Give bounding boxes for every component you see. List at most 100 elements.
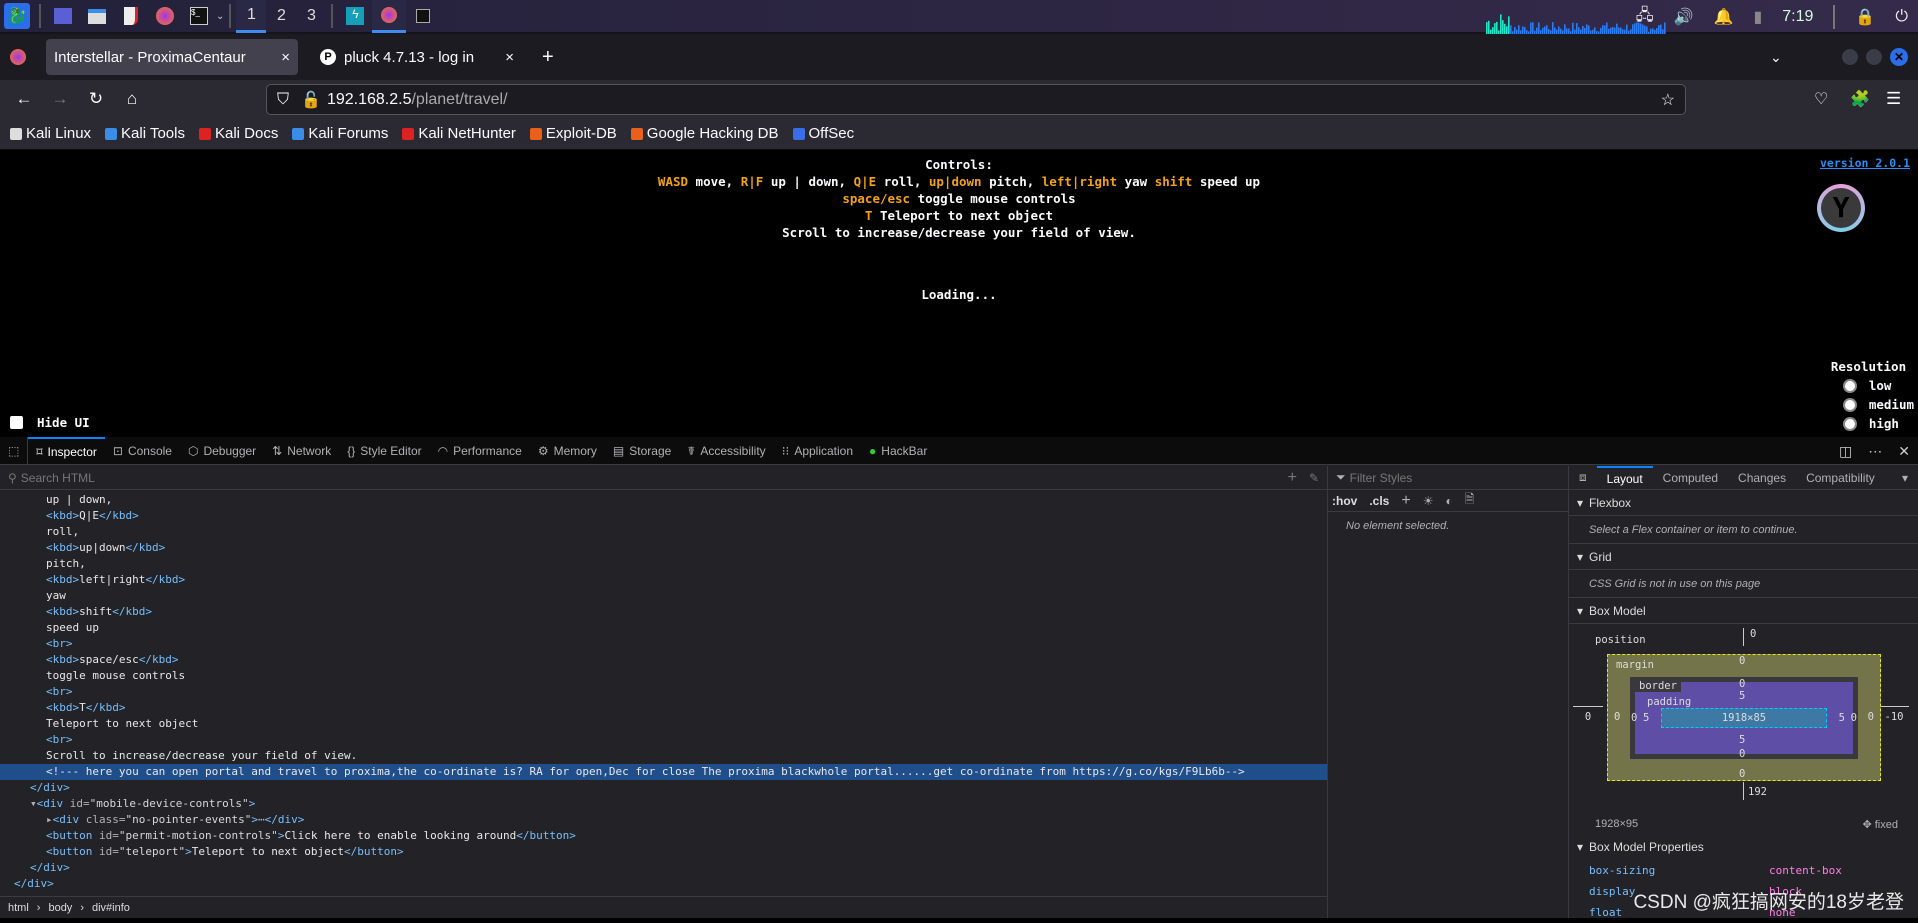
position-move-icon[interactable]: ✥ [1862, 819, 1871, 831]
tabs-dropdown-icon[interactable]: ▾ [1892, 471, 1918, 485]
tab-application[interactable]: ⁝⁝ Application [774, 437, 861, 465]
tab-console[interactable]: ⊡ Console [105, 437, 180, 465]
bookmark-item[interactable]: Exploit-DB [529, 125, 617, 142]
list-all-tabs-icon[interactable]: ⌄ [1770, 49, 1782, 66]
padding-top[interactable]: 5 [1739, 690, 1745, 702]
tab-compatibility[interactable]: Compatibility [1796, 471, 1885, 485]
padding-left[interactable]: 5 [1643, 712, 1649, 724]
border-box[interactable]: border 0 0 0 0 padding 5 5 5 5 1918×85 [1630, 677, 1858, 760]
selected-node-comment[interactable]: <!--- here you can open portal and trave… [0, 764, 1327, 780]
border-top[interactable]: 0 [1739, 678, 1745, 690]
extensions-icon[interactable]: 🧩 [1850, 89, 1870, 109]
grid-section-header[interactable]: ▾ Grid [1569, 544, 1918, 570]
bookmark-item[interactable]: Kali Linux [10, 125, 91, 142]
breadcrumb-item[interactable]: body [48, 902, 72, 914]
terminal-icon[interactable]: $_ [186, 3, 212, 29]
bookmark-item[interactable]: OffSec [792, 125, 854, 142]
tab-inspector[interactable]: ⌑ Inspector [28, 436, 105, 465]
minimize-button[interactable] [1842, 49, 1858, 65]
position-right[interactable]: -10 [1879, 706, 1909, 723]
position-top[interactable]: 0 [1743, 628, 1756, 646]
bookmark-item[interactable]: Kali Tools [105, 125, 185, 142]
bookmark-item[interactable]: Kali Docs [198, 125, 278, 142]
firefox-window-icon[interactable] [372, 0, 407, 33]
margin-left[interactable]: 0 [1614, 711, 1620, 723]
logout-icon[interactable]: ⏻ [1895, 8, 1908, 26]
tab-debugger[interactable]: ⬡ Debugger [180, 437, 264, 465]
markup-line[interactable]: pitch, [0, 556, 1327, 572]
bookmark-item[interactable]: Kali NetHunter [402, 125, 516, 142]
workspace-1[interactable]: 1 [236, 0, 267, 33]
border-left[interactable]: 0 [1631, 712, 1637, 724]
markup-line[interactable]: <kbd>shift</kbd> [0, 604, 1327, 620]
resolution-low[interactable]: low [1842, 378, 1914, 393]
markup-line[interactable]: <br> [0, 732, 1327, 748]
dark-theme-icon[interactable]: ◐ [1445, 494, 1452, 508]
page-content[interactable]: Controls: WASD move, R|F up | down, Q|E … [0, 150, 1918, 437]
new-tab-button[interactable]: + [542, 46, 554, 69]
close-tab-icon[interactable]: × [505, 49, 514, 66]
markup-line[interactable]: <button id="permit-motion-controls">Clic… [0, 828, 1327, 844]
markup-line[interactable]: toggle mouse controls [0, 668, 1327, 684]
burp-icon[interactable]: ϟ [342, 3, 368, 29]
markup-line[interactable]: roll, [0, 524, 1327, 540]
markup-line[interactable]: </div> [0, 780, 1327, 796]
file-manager-icon[interactable] [84, 3, 110, 29]
terminal-window-icon[interactable] [410, 3, 436, 29]
markup-line[interactable]: Scroll to increase/decrease your field o… [0, 748, 1327, 764]
markup-line[interactable]: ▸<div class="no-pointer-events">⋯</div> [0, 812, 1327, 828]
reload-button[interactable]: ↻ [78, 89, 114, 109]
markup-line[interactable]: speed up [0, 620, 1327, 636]
markup-line[interactable]: <button id="teleport">Teleport to next o… [0, 844, 1327, 860]
tab-pluck[interactable]: P pluck 4.7.13 - log in × [312, 39, 522, 75]
firefox-icon[interactable] [152, 3, 178, 29]
add-node-icon[interactable]: + [1288, 469, 1297, 487]
back-button[interactable]: ← [6, 89, 42, 109]
html-tree[interactable]: up | down, <kbd>Q|E</kbd> roll, <kbd>up|dow… [0, 490, 1327, 892]
kali-menu-icon[interactable]: 🐉 [4, 3, 30, 29]
dock-side-icon[interactable]: ◫ [1839, 443, 1852, 460]
forward-button[interactable]: → [42, 89, 78, 109]
padding-right[interactable]: 5 [1839, 712, 1845, 724]
position-left[interactable]: 0 [1573, 706, 1603, 723]
home-button[interactable]: ⌂ [114, 89, 150, 109]
margin-box[interactable]: margin 0 0 0 0 border 0 0 0 0 padding 5 … [1607, 654, 1881, 781]
box-model-properties-header[interactable]: ▾ Box Model Properties [1569, 834, 1918, 860]
markup-line[interactable]: <kbd>left|right</kbd> [0, 572, 1327, 588]
url-text[interactable]: 192.168.2.5/planet/travel/ [327, 91, 508, 109]
lock-icon[interactable]: 🔒 [1855, 7, 1875, 27]
markup-line[interactable]: up | down, [0, 492, 1327, 508]
bookmark-item[interactable]: Google Hacking DB [630, 125, 779, 142]
maximize-button[interactable] [1866, 49, 1882, 65]
breadcrumb-item[interactable]: html [8, 902, 29, 914]
markup-line[interactable]: Teleport to next object [0, 716, 1327, 732]
bookmark-star-icon[interactable]: ☆ [1661, 90, 1675, 110]
app-logo[interactable]: Y [1817, 184, 1865, 232]
markup-line[interactable]: <kbd>T</kbd> [0, 700, 1327, 716]
position-bottom[interactable]: 192 [1743, 782, 1767, 800]
workspace-2[interactable]: 2 [266, 0, 296, 33]
add-rule-icon[interactable]: + [1401, 492, 1410, 510]
tab-layout[interactable]: Layout [1596, 465, 1653, 490]
resolution-high[interactable]: high [1842, 416, 1914, 431]
tab-style-editor[interactable]: {} Style Editor [339, 437, 429, 465]
tab-performance[interactable]: ◠ Performance [430, 437, 530, 465]
tab-network[interactable]: ⇅ Network [264, 437, 339, 465]
clock[interactable]: 7:19 [1782, 8, 1813, 26]
version-link[interactable]: version 2.0.1 [1820, 156, 1910, 170]
margin-bottom[interactable]: 0 [1739, 768, 1745, 780]
markup-line[interactable]: <br> [0, 636, 1327, 652]
radio-icon[interactable] [1842, 378, 1857, 393]
markup-line[interactable]: <kbd>up|down</kbd> [0, 540, 1327, 556]
filter-styles-input[interactable]: ⏷ Filter Styles [1328, 466, 1568, 490]
hov-button[interactable]: :hov [1332, 494, 1357, 508]
eyedropper-icon[interactable]: ✎ [1309, 471, 1319, 485]
element-picker-icon[interactable]: ⬚ [0, 436, 29, 465]
markup-line[interactable]: </div> [0, 860, 1327, 876]
border-right[interactable]: 0 [1851, 712, 1857, 724]
search-html-input[interactable]: ⚲ Search HTML + ✎ [0, 466, 1327, 490]
tab-accessibility[interactable]: ☤ Accessibility [679, 437, 773, 465]
border-bottom[interactable]: 0 [1739, 748, 1745, 760]
radio-icon[interactable] [1842, 397, 1857, 412]
checkbox[interactable] [10, 416, 23, 429]
